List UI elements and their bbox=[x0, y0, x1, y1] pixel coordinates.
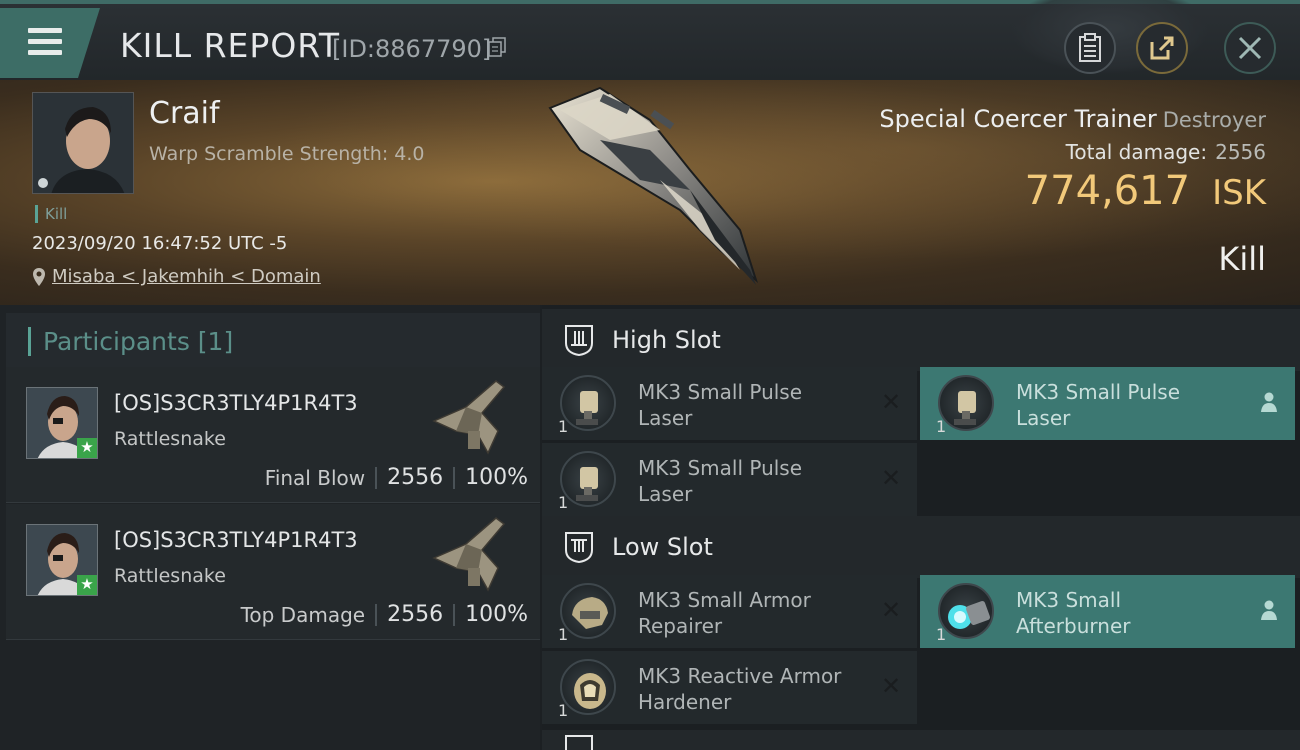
module-item[interactable]: 1 MK3 Small Pulse Laser ✕ bbox=[542, 443, 917, 516]
participant-ship-image bbox=[432, 380, 506, 455]
module-name: MK3 Small Pulse Laser bbox=[638, 456, 803, 506]
participant-damage: 2556 bbox=[387, 602, 444, 627]
module-quantity: 1 bbox=[936, 625, 947, 644]
module-name: MK3 Reactive Armor Hardener bbox=[638, 664, 842, 714]
divider bbox=[375, 466, 378, 489]
location-pin-icon bbox=[33, 267, 45, 286]
menu-button[interactable] bbox=[0, 8, 100, 78]
participants-title: Participants [1] bbox=[28, 327, 233, 356]
armor-repairer-icon bbox=[560, 583, 616, 639]
star-badge-icon: ★ bbox=[77, 575, 97, 595]
destroyed-x-icon: ✕ bbox=[880, 465, 902, 492]
module-item[interactable]: 1 MK3 Small Afterburner bbox=[920, 575, 1295, 648]
ship-name: Special Coercer Trainer bbox=[879, 105, 1157, 133]
isk-unit: ISK bbox=[1212, 173, 1266, 213]
low-slot-header: Low Slot bbox=[542, 516, 1300, 578]
module-name: MK3 Small Armor Repairer bbox=[638, 588, 811, 638]
top-bar: KILL REPORT [ID:8867790] bbox=[0, 0, 1300, 80]
location-link[interactable]: Misaba < Jakemhih < Domain bbox=[52, 266, 321, 287]
mid-slot-header-partial bbox=[542, 730, 1300, 750]
laser-icon bbox=[560, 451, 616, 507]
armor-hardener-icon bbox=[560, 659, 616, 715]
module-quantity: 1 bbox=[558, 417, 569, 436]
share-icon bbox=[1150, 36, 1174, 60]
isk-value-display: 774,617 ISK bbox=[1025, 168, 1266, 214]
participant-avatar[interactable]: ★ bbox=[26, 387, 98, 459]
module-item[interactable]: 1 MK3 Small Armor Repairer ✕ bbox=[542, 575, 917, 648]
mid-slot-icon bbox=[565, 735, 593, 750]
victim-panel: Craif Warp Scramble Strength: 4.0 Kill 2… bbox=[0, 80, 1300, 305]
participant-ship: Rattlesnake bbox=[114, 565, 226, 587]
module-name: MK3 Small Afterburner bbox=[1016, 588, 1131, 638]
participant-stats: Final Blow 2556 100% bbox=[265, 465, 528, 490]
participant-name[interactable]: [OS]S3CR3TLY4P1R4T3 bbox=[114, 391, 358, 415]
module-name: MK3 Small Pulse Laser bbox=[638, 380, 803, 430]
high-slot-icon bbox=[565, 325, 593, 357]
dropped-person-icon bbox=[1257, 599, 1281, 623]
participant-role: Final Blow bbox=[264, 465, 366, 490]
participants-header: Participants [1] bbox=[6, 313, 540, 369]
pilot-portrait-image bbox=[33, 93, 133, 193]
participant-role: Top Damage bbox=[240, 602, 366, 627]
participant-percent: 100% bbox=[465, 465, 528, 490]
module-item[interactable]: 1 MK3 Small Pulse Laser bbox=[920, 367, 1295, 440]
destroyed-x-icon: ✕ bbox=[880, 389, 902, 416]
total-damage-label: Total damage: bbox=[1065, 140, 1208, 164]
afterburner-icon bbox=[938, 583, 994, 639]
victim-ship[interactable]: Special Coercer Trainer Destroyer bbox=[879, 105, 1266, 133]
ship-class: Destroyer bbox=[1162, 108, 1266, 132]
participant-percent: 100% bbox=[465, 602, 528, 627]
close-button[interactable] bbox=[1224, 22, 1276, 74]
module-item[interactable]: 1 MK3 Small Pulse Laser ✕ bbox=[542, 367, 917, 440]
destroyed-x-icon: ✕ bbox=[880, 597, 902, 624]
participant-stats: Top Damage 2556 100% bbox=[241, 602, 528, 627]
high-slot-header: High Slot bbox=[542, 309, 1300, 371]
report-id: [ID:8867790] bbox=[332, 35, 492, 63]
kill-location[interactable]: Misaba < Jakemhih < Domain bbox=[32, 266, 321, 287]
total-damage-value: 2556 bbox=[1215, 140, 1266, 164]
destroyed-x-icon: ✕ bbox=[880, 673, 902, 700]
module-quantity: 1 bbox=[558, 625, 569, 644]
copy-icon[interactable] bbox=[488, 37, 506, 57]
module-quantity: 1 bbox=[936, 417, 947, 436]
result-label: Kill bbox=[1218, 240, 1266, 278]
low-slot-label: Low Slot bbox=[612, 533, 713, 561]
clipboard-button[interactable] bbox=[1064, 22, 1116, 74]
participant-row[interactable]: ★ [OS]S3CR3TLY4P1R4T3 Rattlesnake Top Da… bbox=[6, 504, 540, 640]
isk-value: 774,617 bbox=[1024, 168, 1191, 214]
star-badge-icon: ★ bbox=[77, 438, 97, 458]
module-item[interactable]: 1 MK3 Reactive Armor Hardener ✕ bbox=[542, 651, 917, 724]
clipboard-icon bbox=[1079, 33, 1101, 62]
participant-ship: Rattlesnake bbox=[114, 428, 226, 450]
low-slot-icon bbox=[565, 532, 593, 564]
warp-scramble-strength: Warp Scramble Strength: 4.0 bbox=[149, 143, 425, 165]
participant-avatar[interactable]: ★ bbox=[26, 524, 98, 596]
close-icon bbox=[1238, 36, 1262, 60]
participant-row[interactable]: ★ [OS]S3CR3TLY4P1R4T3 Rattlesnake Final … bbox=[6, 367, 540, 503]
page-title: KILL REPORT bbox=[120, 26, 340, 65]
module-quantity: 1 bbox=[558, 493, 569, 512]
fitting-panel: High Slot 1 MK3 Small Pulse Laser ✕ 1 MK… bbox=[542, 305, 1300, 750]
victim-portrait[interactable] bbox=[32, 92, 134, 194]
laser-icon bbox=[938, 375, 994, 431]
divider bbox=[453, 466, 456, 489]
participant-ship-image bbox=[432, 517, 506, 592]
victim-ship-image bbox=[548, 86, 758, 285]
module-quantity: 1 bbox=[558, 701, 569, 720]
module-name: MK3 Small Pulse Laser bbox=[1016, 380, 1181, 430]
dropped-person-icon bbox=[1257, 391, 1281, 415]
participants-panel: Participants [1] ★ [OS]S3CR3TLY4P1R4T3 R… bbox=[0, 305, 540, 750]
divider bbox=[375, 603, 378, 626]
share-button[interactable] bbox=[1136, 22, 1188, 74]
participant-name[interactable]: [OS]S3CR3TLY4P1R4T3 bbox=[114, 528, 358, 552]
kill-tag: Kill bbox=[35, 205, 67, 223]
kill-datetime: 2023/09/20 16:47:52 UTC -5 bbox=[32, 233, 288, 254]
victim-name[interactable]: Craif bbox=[149, 96, 220, 131]
high-slot-label: High Slot bbox=[612, 326, 721, 354]
participant-damage: 2556 bbox=[387, 465, 444, 490]
total-damage: Total damage: 2556 bbox=[1066, 140, 1266, 164]
divider bbox=[453, 603, 456, 626]
laser-icon bbox=[560, 375, 616, 431]
